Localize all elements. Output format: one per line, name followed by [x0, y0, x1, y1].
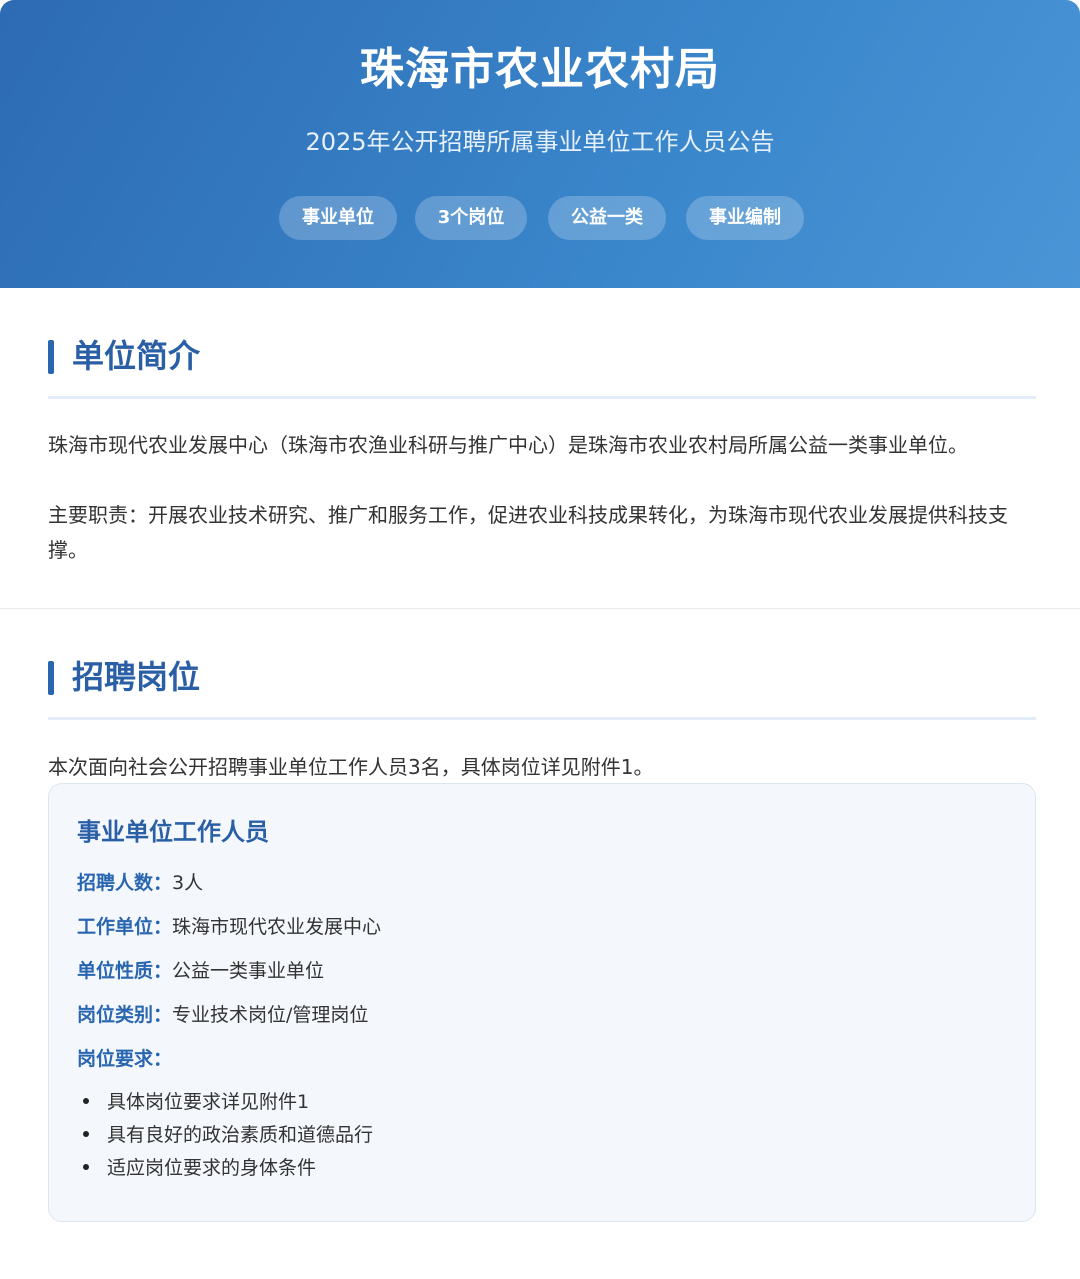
info-label: 岗位类别： — [77, 1004, 173, 1026]
info-row-headcount: 招聘人数：3人 — [77, 868, 203, 898]
tag-staffing: 事业编制 — [686, 196, 804, 240]
tag-unit-type: 事业单位 — [279, 196, 397, 240]
info-label: 招聘人数： — [77, 872, 173, 894]
tag-list: 事业单位 3个岗位 公益一类 事业编制 — [0, 196, 1080, 242]
requirement-item: 具有良好的政治素质和道德品行 — [77, 1120, 373, 1150]
section-divider — [0, 608, 1080, 609]
tag-position-count: 3个岗位 — [415, 196, 527, 240]
position-card: 事业单位工作人员 招聘人数：3人 工作单位：珠海市现代农业发展中心 单位性质：公… — [48, 783, 1036, 1222]
requirement-item: 具体岗位要求详见附件1 — [77, 1087, 309, 1117]
info-label: 单位性质： — [77, 960, 173, 982]
positions-summary: 本次面向社会公开招聘事业单位工作人员3名，具体岗位详见附件1。 — [48, 755, 654, 779]
tag-public-welfare: 公益一类 — [548, 196, 666, 240]
info-value: 公益一类事业单位 — [172, 960, 325, 982]
section-heading-positions: 招聘岗位 — [72, 658, 201, 696]
header-banner: 珠海市农业农村局 2025年公开招聘所属事业单位工作人员公告 事业单位 3个岗位… — [0, 0, 1080, 288]
bullet-icon — [83, 1097, 89, 1104]
position-title: 事业单位工作人员 — [77, 818, 269, 846]
section-marker — [48, 340, 54, 374]
section-heading-intro: 单位简介 — [72, 337, 201, 375]
info-row-category: 岗位类别：专业技术岗位/管理岗位 — [77, 1000, 368, 1030]
intro-paragraph: 珠海市现代农业发展中心（珠海市农渔业科研与推广中心）是珠海市农业农村局所属公益一… — [48, 433, 968, 457]
section-rule — [48, 396, 1036, 399]
info-row-employer: 工作单位：珠海市现代农业发展中心 — [77, 912, 381, 942]
info-value: 3人 — [172, 872, 204, 894]
requirement-item: 适应岗位要求的身体条件 — [77, 1153, 316, 1183]
info-row-unit-nature: 单位性质：公益一类事业单位 — [77, 956, 324, 986]
requirement-text: 具有良好的政治素质和道德品行 — [107, 1124, 374, 1146]
info-row-requirements: 岗位要求： — [77, 1044, 172, 1074]
page-subtitle: 2025年公开招聘所属事业单位工作人员公告 — [305, 128, 775, 156]
requirement-text: 适应岗位要求的身体条件 — [107, 1157, 317, 1179]
info-label: 工作单位： — [77, 916, 173, 938]
page-title: 珠海市农业农村局 — [360, 44, 720, 95]
bullet-icon — [83, 1163, 89, 1170]
requirement-text: 具体岗位要求详见附件1 — [107, 1091, 310, 1113]
section-rule — [48, 717, 1036, 720]
bullet-icon — [83, 1130, 89, 1137]
info-label: 岗位要求： — [77, 1048, 173, 1070]
info-value: 专业技术岗位/管理岗位 — [172, 1004, 369, 1026]
info-value: 珠海市现代农业发展中心 — [172, 916, 382, 938]
section-marker — [48, 661, 54, 695]
duties-paragraph: 主要职责：开展农业技术研究、推广和服务工作，促进农业科技成果转化，为珠海市现代农… — [48, 503, 1008, 562]
